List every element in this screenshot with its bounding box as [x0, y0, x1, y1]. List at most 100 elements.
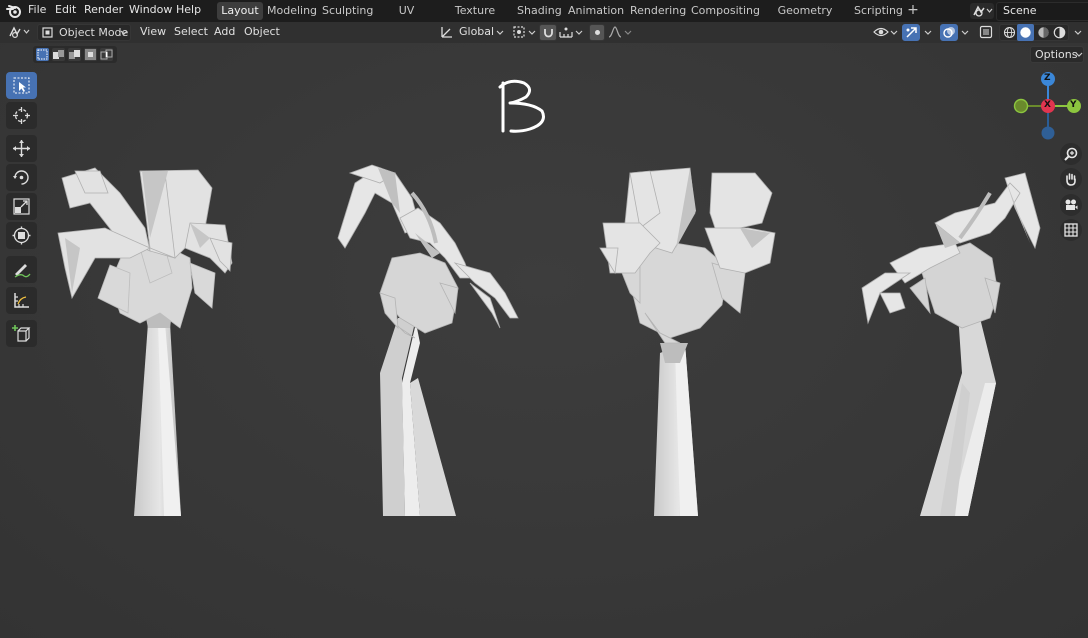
menu-select[interactable]: Select	[174, 24, 208, 41]
select-extend-button[interactable]	[52, 48, 65, 61]
tab-compositing[interactable]: Compositing	[691, 2, 760, 20]
falloff-icon[interactable]	[608, 25, 622, 39]
palm-tree-model-3[interactable]	[599, 167, 776, 516]
solid-shading-active[interactable]	[1017, 24, 1034, 41]
menu-add[interactable]: Add	[214, 24, 235, 41]
chevron-down-icon[interactable]	[1074, 30, 1082, 36]
chevron-down-icon[interactable]	[528, 30, 536, 36]
wireframe-shading-icon[interactable]	[1003, 26, 1016, 39]
menu-file[interactable]: File	[28, 0, 46, 22]
menu-window[interactable]: Window	[129, 0, 172, 22]
viewport-header: Object Mode View Select Add Object Globa…	[0, 22, 1088, 43]
rendered-shading-icon[interactable]	[1053, 26, 1066, 39]
select-box-icon	[13, 77, 30, 94]
chevron-down-icon[interactable]	[496, 30, 504, 36]
select-subtract-icon	[69, 50, 80, 59]
scene-selector-icon[interactable]	[970, 3, 994, 19]
gizmo-toggle[interactable]	[902, 24, 920, 41]
selection-mode-group	[33, 46, 117, 63]
scene-name-field[interactable]: Scene	[996, 2, 1088, 21]
chevron-down-icon[interactable]	[924, 30, 932, 36]
select-intersect-button[interactable]	[100, 48, 113, 61]
top-bar: File Edit Render Window Help Layout Mode…	[0, 0, 1088, 34]
overlays-icon	[943, 27, 955, 38]
tool-annotate[interactable]	[6, 256, 37, 283]
tab-geometry-nodes[interactable]: Geometry Nodes	[763, 2, 847, 34]
transform-icon	[12, 226, 31, 245]
tool-rotate[interactable]	[6, 164, 37, 191]
tool-select-box[interactable]	[6, 72, 37, 99]
transform-orientation-label[interactable]: Global	[459, 24, 494, 41]
material-preview-icon[interactable]	[1037, 26, 1050, 39]
tab-scripting[interactable]: Scripting	[854, 2, 903, 20]
menu-object[interactable]: Object	[244, 24, 280, 41]
3d-viewport[interactable]	[0, 43, 1088, 638]
tool-cursor[interactable]	[6, 102, 37, 129]
mode-label: Object Mode	[59, 26, 129, 39]
select-intersect-icon	[100, 49, 113, 60]
tab-shading[interactable]: Shading	[517, 2, 562, 20]
menu-edit[interactable]: Edit	[55, 0, 76, 22]
tab-layout[interactable]: Layout	[217, 2, 263, 20]
menu-help[interactable]: Help	[176, 0, 201, 22]
measure-icon	[14, 293, 29, 308]
palm-tree-model-2[interactable]	[337, 164, 519, 516]
zoom-button[interactable]	[1060, 143, 1082, 165]
zoom-icon	[1064, 147, 1078, 161]
editor-type-icon[interactable]	[8, 25, 32, 40]
pan-button[interactable]	[1060, 168, 1082, 190]
chevron-down-icon[interactable]	[961, 30, 969, 36]
chevron-down-icon[interactable]	[575, 30, 583, 36]
gizmo-x-label: X	[1044, 100, 1051, 110]
add-workspace-button[interactable]: +	[906, 2, 920, 20]
tab-uv-editing[interactable]: UV Editing	[380, 2, 433, 34]
chevron-down-icon	[120, 30, 128, 35]
select-new-button[interactable]	[36, 48, 49, 61]
visibility-eye-icon[interactable]	[873, 25, 889, 39]
scale-icon	[13, 198, 30, 215]
proportional-editing-toggle[interactable]	[589, 24, 605, 41]
select-new-icon	[37, 49, 48, 60]
tab-sculpting[interactable]: Sculpting	[322, 2, 373, 20]
hand-icon	[1066, 173, 1076, 186]
gizmo-neg-z-icon	[1041, 126, 1055, 140]
tool-scale[interactable]	[6, 193, 37, 220]
gizmo-z-label: Z	[1044, 73, 1051, 83]
grid-icon	[1064, 223, 1078, 237]
blender-logo-icon[interactable]	[6, 3, 22, 19]
camera-view-button[interactable]	[1060, 194, 1082, 216]
tab-texture-paint[interactable]: Texture Paint	[441, 2, 509, 34]
gizmo-neg-y-icon	[1013, 98, 1029, 114]
options-dropdown[interactable]: Options	[1030, 46, 1084, 63]
palm-tree-model-4[interactable]	[861, 172, 1041, 516]
annotation-stroke	[498, 79, 545, 133]
options-label: Options	[1035, 48, 1078, 61]
toggle-ortho-button[interactable]	[1060, 219, 1082, 241]
add-cube-icon	[12, 325, 31, 342]
select-subtract-button[interactable]	[68, 48, 81, 61]
snap-toggle[interactable]	[539, 24, 557, 41]
tool-transform[interactable]	[6, 222, 37, 249]
magnet-icon	[544, 29, 553, 38]
snap-increment-icon[interactable]	[559, 26, 573, 38]
pivot-point-icon[interactable]	[512, 25, 526, 39]
tab-rendering[interactable]: Rendering	[630, 2, 686, 20]
tool-add-cube[interactable]	[6, 320, 37, 347]
gizmo-icon	[906, 27, 917, 38]
select-invert-icon	[85, 49, 96, 60]
menu-render[interactable]: Render	[84, 0, 123, 22]
mode-selector[interactable]: Object Mode	[37, 24, 131, 41]
tool-move[interactable]	[6, 135, 37, 162]
palm-tree-model-1[interactable]	[57, 167, 233, 516]
tab-animation[interactable]: Animation	[568, 2, 624, 20]
tab-modeling[interactable]: Modeling	[267, 2, 317, 20]
chevron-down-icon[interactable]	[624, 30, 632, 36]
scene-name: Scene	[1003, 4, 1037, 17]
overlays-toggle[interactable]	[940, 24, 958, 41]
select-invert-button[interactable]	[84, 48, 97, 61]
camera-icon	[1065, 199, 1078, 210]
tool-measure[interactable]	[6, 287, 37, 314]
xray-toggle-icon[interactable]	[979, 25, 993, 39]
menu-view[interactable]: View	[140, 24, 166, 41]
chevron-down-icon[interactable]	[890, 30, 898, 36]
